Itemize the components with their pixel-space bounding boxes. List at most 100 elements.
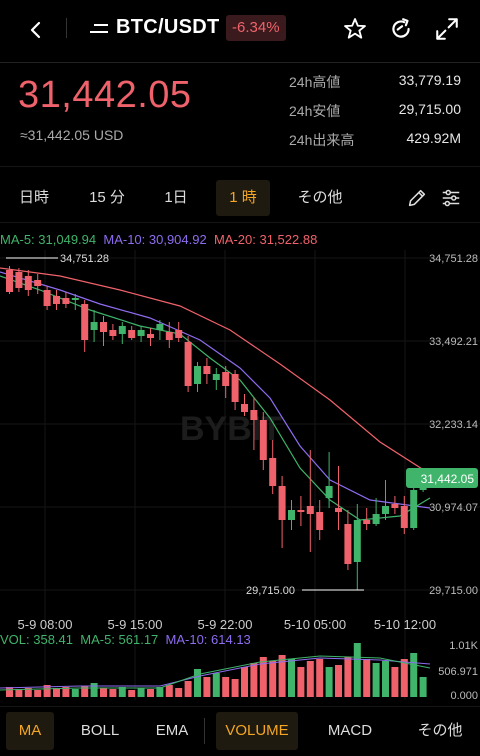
candle-body [71,298,79,300]
volume-bar [306,661,314,697]
candle-body [278,486,286,520]
candle-body [222,372,230,386]
candle-body [391,504,399,508]
volume-bar [372,663,380,697]
volume-bar [212,673,220,697]
volume-bar [250,663,258,697]
volume-bar [15,689,23,697]
ma10-line [0,271,431,509]
candle-body [231,374,239,402]
min-price-marker: 29,715.00 [246,585,295,597]
volume-bar [194,669,201,697]
price-tick-3: 32,233.14 [429,419,478,431]
expand-icon[interactable] [434,16,460,47]
volume-bar [391,667,399,697]
tab-1hour[interactable]: 1 時 [216,180,270,216]
price-tick-1: 34,751.28 [429,253,478,265]
tab-time[interactable]: 日時 [8,180,60,216]
candle-body [34,280,42,286]
indicator-tab-separator [204,718,205,744]
volume-bar [325,667,333,697]
candle-body [81,304,89,340]
candle-body [363,520,371,524]
draw-tool-icon[interactable] [406,187,428,214]
volume-bar [71,689,79,697]
candle-body [62,298,70,304]
volume-bar [241,667,248,697]
candle-body [344,524,352,564]
candle-body [250,410,258,420]
volume-bar [165,685,173,697]
time-tick-5: 5-10 12:00 [374,617,436,632]
chevron-left-icon[interactable] [24,18,48,42]
candle-body [53,296,60,304]
candle-body [184,342,192,386]
candle-body [335,508,342,512]
candle-body [165,332,173,340]
tab-volume[interactable]: VOLUME [216,712,298,750]
tab-ma[interactable]: MA [6,712,54,750]
tab-1day[interactable]: 1日 [152,180,200,216]
tabs-divider [0,222,480,223]
time-tick-3: 5-9 22:00 [198,617,253,632]
candle-body [203,366,211,374]
candle-body [259,420,267,460]
volume-bar [90,683,98,697]
price-change-badge: -6.34% [226,15,286,41]
tab-15min[interactable]: 15 分 [80,180,134,216]
tab-macd[interactable]: MACD [318,712,382,750]
tab-more[interactable]: その他 [288,180,352,216]
candle-body [118,326,126,334]
tab-boll[interactable]: BOLL [72,712,128,750]
tab-indicator-more[interactable]: その他 [408,712,472,750]
volume-bar [6,687,13,697]
volume-bar [203,677,211,697]
candle-body [410,490,418,528]
ticker-divider [0,166,480,167]
header-bar: BTC/USDT -6.34% [0,0,480,60]
vol-legend: VOL: 358.41 [0,632,73,647]
vol-ma5-legend: MA-5: 561.17 [80,632,159,647]
candle-body [382,506,389,514]
tab-ema[interactable]: EMA [146,712,198,750]
vol-tick-top: 1.01K [449,640,478,652]
high-label: 24h高値 [289,74,341,90]
price-tick-5: 29,715.00 [429,585,478,597]
max-price-marker: 34,751.28 [60,253,109,265]
candle-body [137,330,145,336]
candle-body [316,512,324,530]
high-value: 33,779.19 [398,72,461,88]
volume-bar [344,657,352,697]
candle-body [306,506,314,514]
header-divider-line [0,62,480,63]
ma5-line [0,275,431,521]
menu-icon[interactable] [90,22,108,36]
star-icon[interactable] [342,16,368,47]
volume-bar [128,690,136,697]
last-price-tag-text: 31,442.05 [421,472,475,486]
candle-body [24,276,32,290]
indicator-divider [0,706,480,707]
chart-settings-icon[interactable] [440,187,462,214]
watermark: BYBIT [180,410,282,448]
usd-price: ≈31,442.05 USD [20,127,124,143]
volume-bar [34,690,42,697]
candle-body [128,330,136,338]
volume-bar [184,681,192,697]
candle-body [372,514,380,524]
candle-body [241,404,248,412]
interval-tabs: 日時 15 分 1日 1 時 その他 [0,180,480,216]
refresh-icon[interactable] [388,16,414,47]
candle-body [325,486,333,498]
volume-bar [353,643,361,697]
candle-body [297,510,305,512]
time-tick-2: 5-9 15:00 [108,617,163,632]
volume-bar [53,688,60,697]
time-tick-4: 5-10 05:00 [284,617,346,632]
volume-bar [100,688,107,697]
candle-body [212,374,220,380]
candle-body [288,510,295,520]
volume-bar [288,659,295,697]
trading-pair-title[interactable]: BTC/USDT [116,16,220,39]
volume-bar [269,661,277,697]
